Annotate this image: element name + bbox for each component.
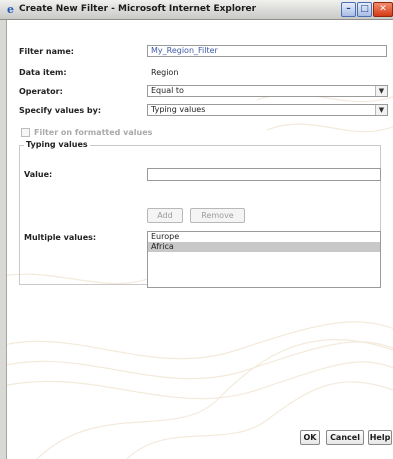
ok-button[interactable]: OK xyxy=(300,430,320,445)
help-button[interactable]: Help xyxy=(368,430,392,445)
list-item[interactable]: Africa xyxy=(148,242,380,252)
chevron-down-icon[interactable]: ▼ xyxy=(375,105,387,115)
list-item[interactable]: Europe xyxy=(148,232,380,242)
minimize-button[interactable]: – xyxy=(341,2,356,17)
multiple-values-list[interactable]: Europe Africa xyxy=(147,231,381,288)
typing-values-legend: Typing values xyxy=(24,140,90,149)
window-title: Create New Filter - Microsoft Internet E… xyxy=(19,4,257,14)
filter-formatted-checkbox[interactable] xyxy=(21,128,30,137)
data-item-value: Region xyxy=(151,68,179,77)
value-label: Value: xyxy=(24,170,53,179)
add-button[interactable]: Add xyxy=(147,208,183,223)
specify-values-select-value: Typing values xyxy=(151,105,206,114)
close-button[interactable]: ✕ xyxy=(373,2,393,17)
specify-values-select[interactable]: Typing values ▼ xyxy=(147,104,388,116)
specify-values-label: Specify values by: xyxy=(19,106,102,115)
filter-formatted-label: Filter on formatted values xyxy=(34,128,153,137)
filter-name-label: Filter name: xyxy=(19,47,74,56)
value-input[interactable] xyxy=(147,168,381,181)
chevron-down-icon[interactable]: ▼ xyxy=(375,86,387,96)
operator-select-value: Equal to xyxy=(151,86,184,95)
title-bar: e Create New Filter - Microsoft Internet… xyxy=(0,0,393,20)
cancel-button[interactable]: Cancel xyxy=(326,430,364,445)
dialog-content: Filter name: My_Region_Filter Data item:… xyxy=(7,20,393,459)
window-frame-left xyxy=(0,20,7,459)
internet-explorer-icon: e xyxy=(7,3,14,16)
maximize-button[interactable]: □ xyxy=(357,2,372,17)
remove-button[interactable]: Remove xyxy=(190,208,245,223)
operator-select[interactable]: Equal to ▼ xyxy=(147,85,388,97)
operator-label: Operator: xyxy=(19,87,63,96)
multiple-values-label: Multiple values: xyxy=(24,233,97,242)
filter-name-input[interactable]: My_Region_Filter xyxy=(147,45,387,57)
data-item-label: Data item: xyxy=(19,68,67,77)
